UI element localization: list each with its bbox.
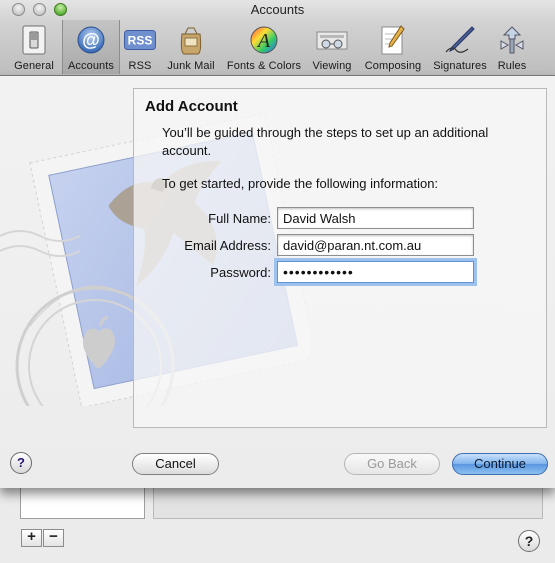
mail-preferences-window: + − ? Accounts General @ Accounts RSS RS… [0,0,555,563]
toolbar-accounts-label: Accounts [67,60,115,72]
toolbar-rss-label: RSS [128,60,152,72]
sheet-title: Add Account [145,98,238,115]
remove-account-button[interactable]: − [43,529,64,547]
email-address-label: Email Address: [184,238,271,253]
toolbar-general[interactable]: General [6,20,62,74]
password-label: Password: [210,265,271,280]
toolbar-composing[interactable]: Composing [358,20,428,74]
account-detail-panel [153,488,543,519]
instructions-text: To get started, provide the following in… [162,176,439,191]
toolbar-viewing[interactable]: Viewing [306,20,358,74]
toolbar-signatures[interactable]: Signatures [428,20,492,74]
email-address-field[interactable] [277,234,474,256]
fountain-pen-icon [443,24,477,56]
toolbar-rss[interactable]: RSS RSS [120,20,160,74]
svg-text:A: A [256,30,271,52]
continue-button[interactable]: Continue [452,453,548,475]
add-account-button[interactable]: + [21,529,42,547]
at-sign-icon: @ [74,24,108,56]
toolbar-rules[interactable]: Rules [492,20,532,74]
help-button[interactable]: ? [10,452,32,474]
toolbar-signatures-label: Signatures [433,60,487,72]
toolbar-fonts-colors[interactable]: A Fonts & Colors [222,20,306,74]
svg-text:RSS: RSS [128,34,153,48]
toolbar-viewing-label: Viewing [312,60,352,72]
title-bar: Accounts General @ Accounts RSS RSS Junk… [0,0,555,76]
cancel-button[interactable]: Cancel [132,453,219,475]
window-title: Accounts [250,2,305,17]
rules-icon [495,24,529,56]
toolbar-accounts[interactable]: @ Accounts [62,20,120,74]
accounts-list[interactable] [20,488,145,519]
pencil-paper-icon [376,24,410,56]
preferences-help-button[interactable]: ? [518,530,540,552]
rss-icon: RSS [123,24,157,56]
svg-text:@: @ [82,30,100,50]
full-name-label: Full Name: [208,211,271,226]
toolbar-general-label: General [14,60,54,72]
toolbar-junk-mail-label: Junk Mail [167,60,215,72]
intro-text: You’ll be guided through the steps to se… [162,125,489,158]
password-field[interactable] [277,261,474,283]
glasses-icon [315,24,349,56]
go-back-button[interactable]: Go Back [344,453,440,475]
light-switch-icon [17,24,51,56]
full-name-field[interactable] [277,207,474,229]
toolbar-composing-label: Composing [364,60,422,72]
toolbar-fonts-colors-label: Fonts & Colors [226,60,302,72]
fonts-colors-icon: A [247,24,281,56]
junk-bag-icon [174,24,208,56]
preferences-toolbar: General @ Accounts RSS RSS Junk Mail A F… [6,20,532,74]
add-account-sheet: Add Account You’ll be guided through the… [0,76,555,488]
toolbar-rules-label: Rules [497,60,527,72]
toolbar-junk-mail[interactable]: Junk Mail [160,20,222,74]
